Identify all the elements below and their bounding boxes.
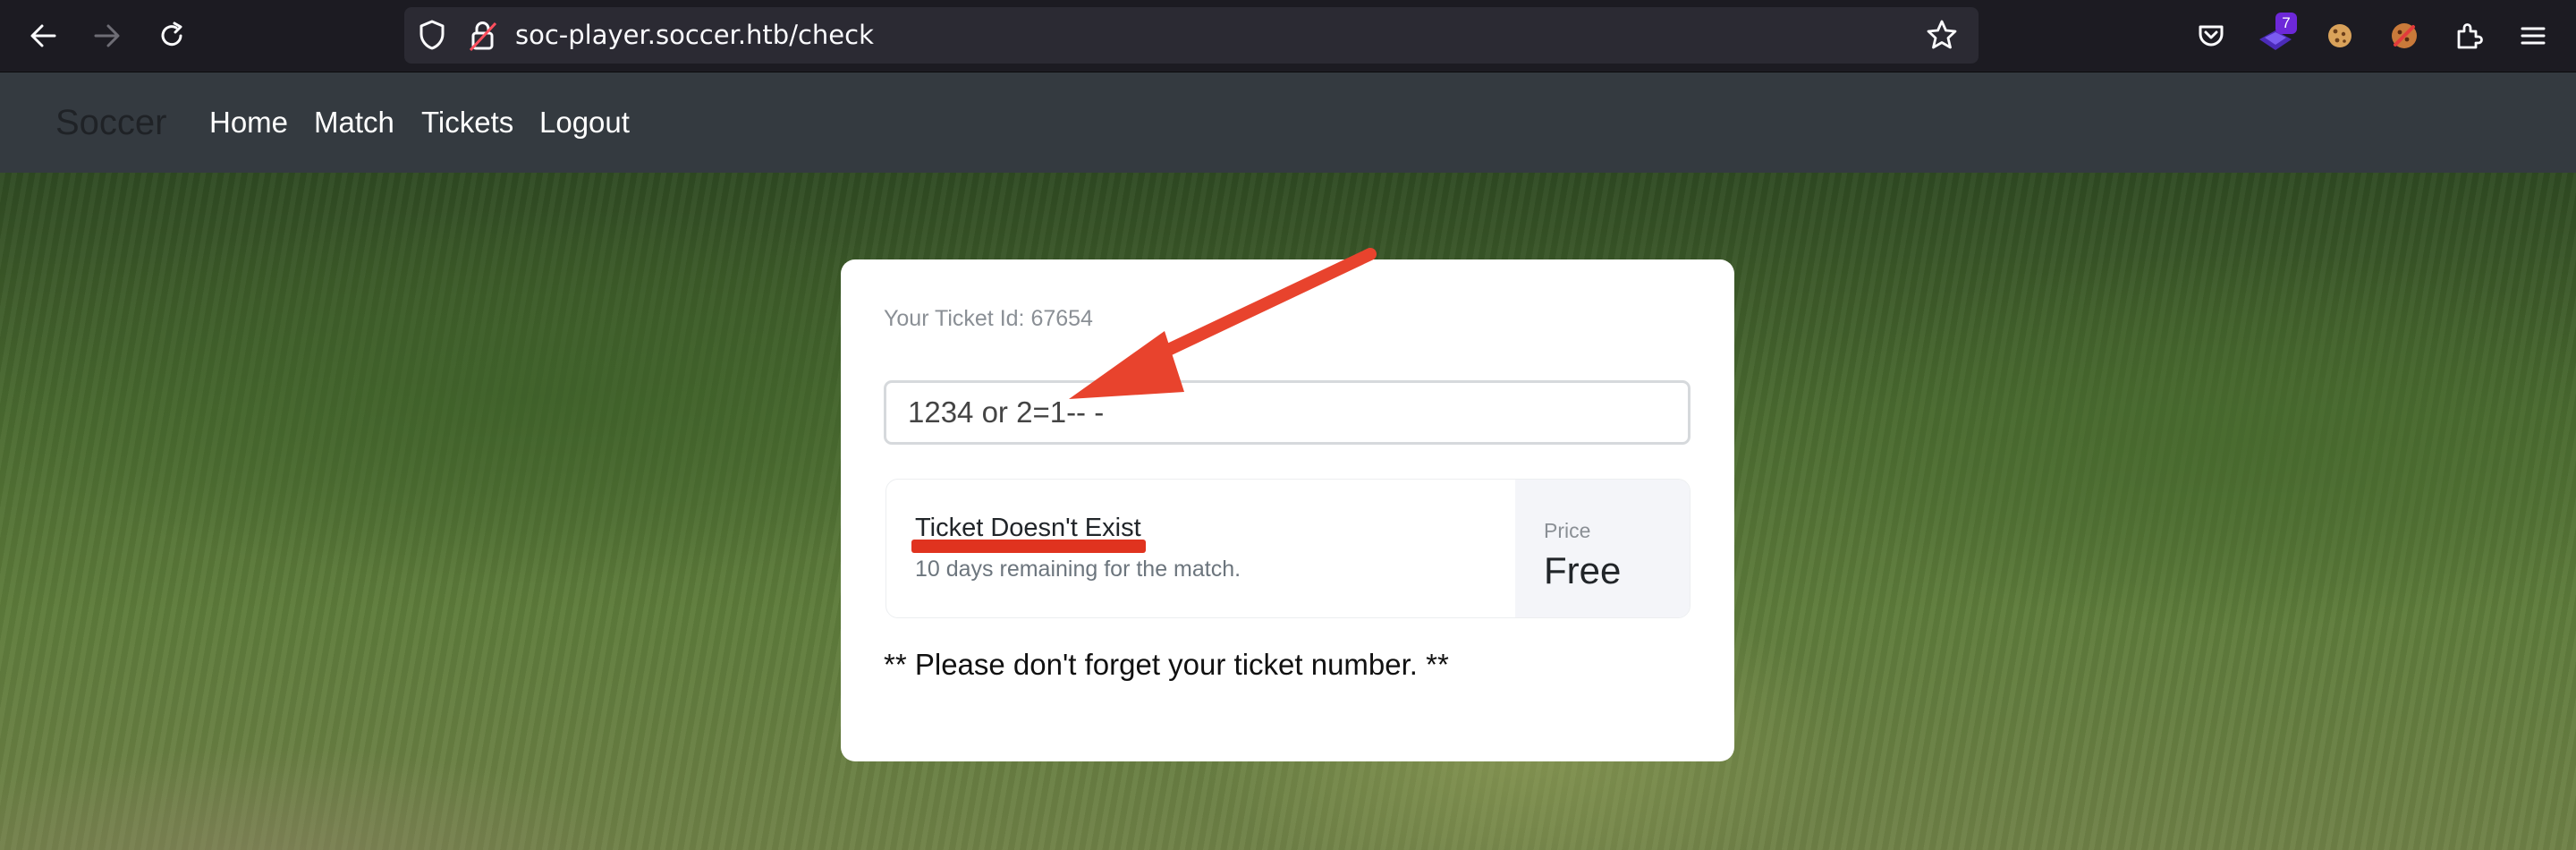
nav-tickets[interactable]: Tickets — [421, 72, 513, 173]
nav-logout[interactable]: Logout — [539, 72, 630, 173]
site-brand[interactable]: Soccer — [55, 72, 167, 173]
shield-icon[interactable] — [417, 19, 453, 53]
site-navbar: Soccer Home Match Tickets Logout — [0, 72, 2576, 173]
insecure-lock-icon[interactable] — [467, 19, 503, 53]
browser-toolbar: soc-player.soccer.htb/check 7 — [0, 0, 2576, 72]
extension-badge-icon[interactable]: 7 — [2256, 13, 2297, 55]
cookie-icon[interactable] — [2320, 16, 2360, 55]
pocket-icon[interactable] — [2191, 16, 2231, 55]
menu-icon[interactable] — [2513, 16, 2553, 55]
price-panel: Price Free — [1515, 480, 1690, 617]
ticket-check-card: Your Ticket Id: 67654 Ticket Doesn't Exi… — [841, 259, 1734, 761]
price-label: Price — [1544, 519, 1591, 542]
url-bar[interactable]: soc-player.soccer.htb/check — [404, 7, 1979, 64]
forward-icon[interactable] — [88, 16, 127, 55]
red-underline-annotation — [911, 540, 1146, 553]
url-text[interactable]: soc-player.soccer.htb/check — [515, 7, 874, 64]
price-value: Free — [1544, 549, 1622, 591]
ticket-reminder: ** Please don't forget your ticket numbe… — [884, 648, 1449, 681]
extensions-puzzle-icon[interactable] — [2449, 16, 2488, 55]
reload-icon[interactable] — [152, 16, 191, 55]
days-remaining: 10 days remaining for the match. — [915, 557, 1241, 582]
ticket-id-label: Your Ticket Id: 67654 — [884, 306, 1093, 331]
ticket-input[interactable] — [884, 380, 1690, 445]
back-icon[interactable] — [23, 16, 63, 55]
cookie-editor-icon[interactable] — [2385, 16, 2424, 55]
bookmark-star-icon[interactable] — [1925, 18, 1961, 54]
extension-badge-count: 7 — [2275, 13, 2297, 34]
nav-home[interactable]: Home — [209, 72, 288, 173]
nav-match[interactable]: Match — [314, 72, 394, 173]
